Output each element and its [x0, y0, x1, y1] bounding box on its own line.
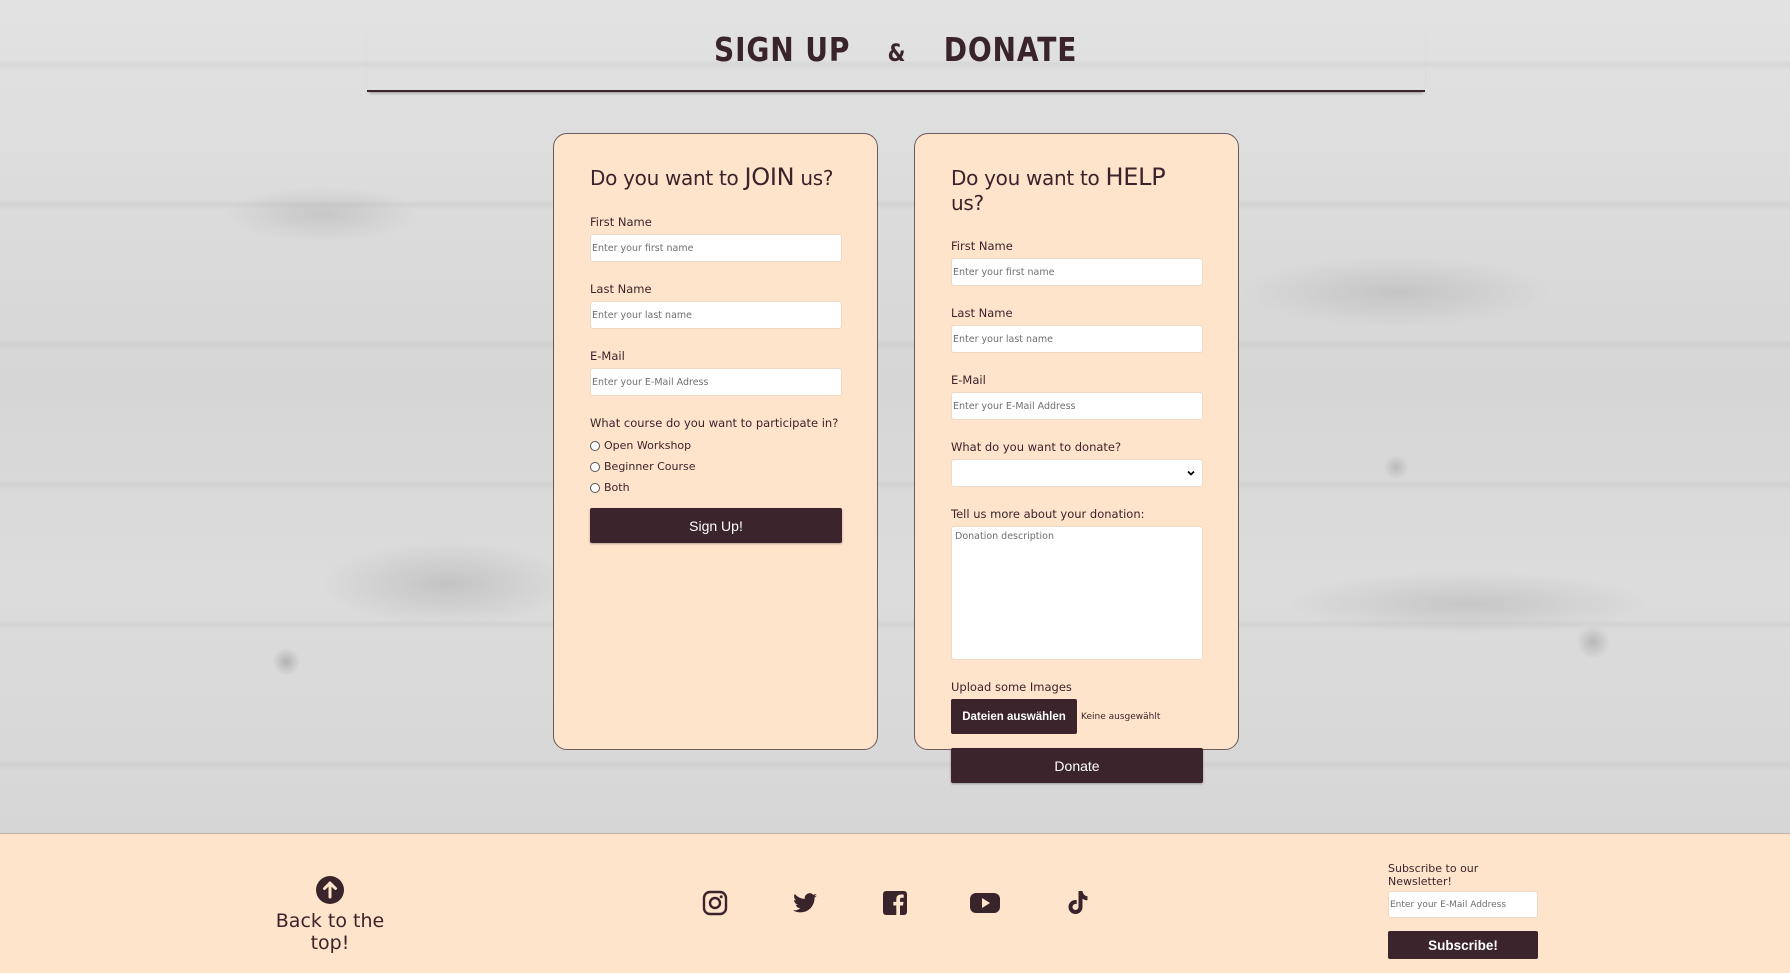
youtube-icon[interactable] — [968, 888, 1002, 918]
course-option-label: Both — [604, 481, 630, 494]
title-donate: DONATE — [944, 30, 1078, 69]
join-form-card: Do you want to JOIN us? First Name Last … — [553, 133, 878, 750]
newsletter-email-input[interactable] — [1388, 891, 1538, 918]
choose-files-button[interactable]: Dateien auswählen — [951, 699, 1077, 734]
instagram-icon[interactable] — [700, 888, 730, 918]
donation-type-select[interactable] — [951, 459, 1203, 487]
join-email-label: E-Mail — [590, 349, 625, 363]
description-label: Tell us more about your donation: — [951, 507, 1145, 521]
help-last-name-input[interactable] — [951, 325, 1203, 353]
arrow-circle-up-icon[interactable] — [316, 876, 344, 904]
join-last-name-input[interactable] — [590, 301, 842, 329]
help-form-card: Do you want to HELP us? First Name Last … — [914, 133, 1239, 783]
social-links — [700, 888, 1095, 928]
facebook-icon[interactable] — [880, 888, 910, 918]
course-option-label: Beginner Course — [604, 460, 696, 473]
radio-button[interactable] — [590, 482, 600, 493]
help-first-name-label: First Name — [951, 239, 1013, 253]
donate-question-label: What do you want to donate? — [951, 440, 1122, 454]
back-to-top-link[interactable]: Back to the top! — [255, 876, 405, 954]
help-title-big: HELP — [1105, 163, 1166, 191]
title-ampersand: & — [888, 39, 907, 67]
upload-label: Upload some Images — [951, 680, 1072, 694]
help-email-input[interactable] — [951, 392, 1203, 420]
course-option-label: Open Workshop — [604, 439, 692, 452]
join-title-post: us? — [794, 166, 834, 190]
course-option-beginner-course[interactable]: Beginner Course — [590, 456, 841, 477]
join-title-big: JOIN — [744, 163, 795, 191]
course-option-open-workshop[interactable]: Open Workshop — [590, 435, 841, 456]
sign-up-button[interactable]: Sign Up! — [590, 508, 842, 543]
donation-description-textarea[interactable]: Donation description — [951, 526, 1203, 660]
file-upload: Dateien auswählen Keine ausgewählt — [951, 699, 1202, 734]
chevron-down-icon — [1187, 470, 1195, 476]
title-sign-up: SIGN UP — [714, 30, 851, 69]
join-form-title: Do you want to JOIN us? — [590, 163, 841, 191]
help-last-name-label: Last Name — [951, 306, 1013, 320]
help-form-title: Do you want to HELP us? — [951, 163, 1202, 215]
footer: Back to the top! Subscribe to our Newsle… — [0, 833, 1790, 973]
join-first-name-input[interactable] — [590, 234, 842, 262]
subscribe-button[interactable]: Subscribe! — [1388, 931, 1538, 959]
page-heading: SIGN UP & DONATE — [367, 30, 1425, 92]
newsletter-label: Subscribe to our Newsletter! — [1388, 862, 1479, 888]
page-title: SIGN UP & DONATE — [714, 30, 1077, 69]
file-status-text: Keine ausgewählt — [1081, 711, 1161, 722]
join-first-name-label: First Name — [590, 215, 652, 229]
help-email-label: E-Mail — [951, 373, 986, 387]
join-last-name-label: Last Name — [590, 282, 652, 296]
help-first-name-input[interactable] — [951, 258, 1203, 286]
tiktok-icon[interactable] — [1062, 888, 1092, 918]
join-email-input[interactable] — [590, 368, 842, 396]
donate-button[interactable]: Donate — [951, 748, 1203, 783]
join-title-pre: Do you want to — [590, 166, 745, 190]
twitter-icon[interactable] — [790, 888, 820, 918]
course-question-label: What course do you want to participate i… — [590, 416, 839, 430]
radio-button[interactable] — [590, 461, 600, 472]
course-option-both[interactable]: Both — [590, 477, 841, 498]
back-to-top-label: Back to the top! — [275, 910, 385, 954]
radio-button[interactable] — [590, 440, 600, 451]
newsletter-signup: Subscribe to our Newsletter! Subscribe! — [1388, 862, 1538, 959]
help-title-post: us? — [951, 191, 984, 215]
help-title-pre: Do you want to — [951, 166, 1106, 190]
